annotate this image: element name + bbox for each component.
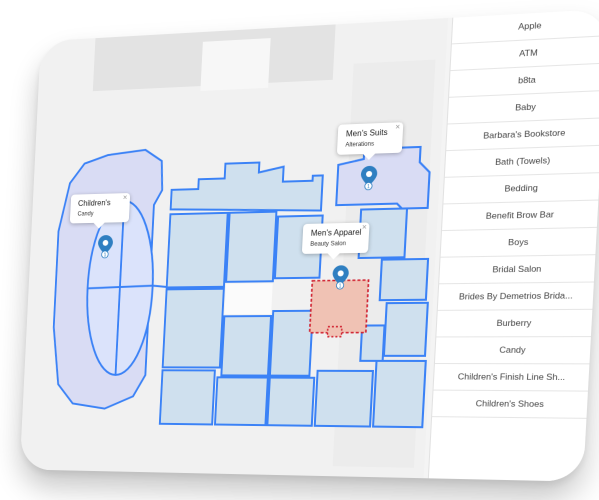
store-unit[interactable]: [221, 316, 271, 376]
store-unit[interactable]: [315, 371, 373, 427]
directory-item[interactable]: Burberry: [436, 310, 593, 338]
store-grid: [160, 208, 434, 427]
directory-item[interactable]: Children's Finish Line Sh...: [434, 364, 591, 392]
directory-item[interactable]: Candy: [435, 337, 592, 364]
directory-item[interactable]: Benefit Brow Bar: [442, 201, 599, 232]
map-pin-icon[interactable]: 1: [97, 235, 113, 258]
directory-item[interactable]: Bridal Salon: [439, 255, 596, 284]
popup-title: Men's Suits: [346, 128, 395, 139]
directory-items: Apple ATM b8ta Baby Barbara's Bookstore Bath …: [432, 9, 599, 419]
close-icon[interactable]: ×: [362, 223, 367, 232]
map-bg-block: [200, 38, 270, 91]
store-unit[interactable]: [380, 259, 428, 300]
popup-subtitle: Candy: [77, 211, 122, 218]
store-unit[interactable]: [373, 361, 426, 427]
popup-childrens: × Children's Candy: [70, 193, 130, 223]
directory-item[interactable]: Brides By Demetrios Brida...: [438, 283, 595, 311]
store-unit[interactable]: [267, 378, 314, 426]
highlighted-entrance: [327, 327, 342, 337]
popup-title: Children's: [78, 198, 123, 208]
popup-subtitle: Beauty Salon: [310, 241, 361, 248]
corridor: [224, 283, 272, 314]
mall-map[interactable]: × Children's Candy × Men's Suits Alterat…: [20, 18, 448, 478]
store-unit[interactable]: [270, 311, 313, 376]
store-unit[interactable]: [167, 213, 228, 288]
popup-mens-apparel: × Men's Apparel Beauty Salon: [302, 222, 370, 253]
directory-item[interactable]: Bedding: [443, 173, 599, 204]
store-unit[interactable]: [384, 303, 428, 356]
map-pin-icon[interactable]: 1: [332, 265, 349, 289]
map-pin-icon[interactable]: 1: [360, 166, 378, 191]
store-unit[interactable]: [226, 212, 276, 282]
store-top-row[interactable]: [170, 160, 323, 214]
screenshot-stage: × Children's Candy × Men's Suits Alterat…: [0, 0, 599, 500]
popup-mens-suits: × Men's Suits Alterations: [337, 122, 404, 155]
directory-item[interactable]: Children's Shoes: [432, 391, 589, 419]
store-unit[interactable]: [160, 370, 215, 424]
store-unit[interactable]: [163, 289, 224, 368]
popup-subtitle: Alterations: [345, 141, 394, 149]
close-icon[interactable]: ×: [395, 122, 400, 131]
store-unit[interactable]: [215, 377, 268, 425]
floor-plan: [20, 18, 448, 478]
store-directory-list[interactable]: Apple ATM b8ta Baby Barbara's Bookstore Bath …: [428, 9, 599, 482]
close-icon[interactable]: ×: [123, 193, 128, 202]
popup-title: Men's Apparel: [311, 228, 362, 238]
app-window: × Children's Candy × Men's Suits Alterat…: [20, 9, 599, 482]
directory-item[interactable]: Boys: [441, 228, 598, 258]
